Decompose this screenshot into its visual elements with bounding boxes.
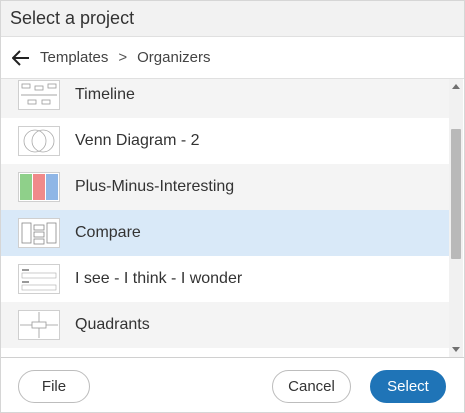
template-list: Timeline Venn Diagram - 2 Plus-Minus-Int… — [1, 79, 464, 357]
scroll-down-arrow-icon[interactable] — [452, 347, 460, 352]
template-row-venn-diagram-2[interactable]: Venn Diagram - 2 — [1, 118, 449, 164]
quadrants-thumbnail-icon — [18, 310, 60, 340]
breadcrumb-templates[interactable]: Templates — [40, 49, 108, 66]
scrollbar-thumb[interactable] — [451, 129, 461, 259]
template-label: Venn Diagram - 2 — [75, 132, 200, 149]
compare-thumbnail-icon — [18, 218, 60, 248]
timeline-thumbnail-icon — [18, 80, 60, 110]
template-label: Plus-Minus-Interesting — [75, 178, 235, 195]
template-label: I see - I think - I wonder — [75, 270, 243, 287]
template-row-quadrants[interactable]: Quadrants — [1, 302, 449, 348]
venn-diagram-thumbnail-icon — [18, 126, 60, 156]
plus-minus-interesting-thumbnail-icon — [18, 172, 60, 202]
breadcrumb: Templates > Organizers — [1, 37, 464, 79]
back-arrow-icon[interactable] — [11, 48, 31, 68]
template-row-compare[interactable]: Compare — [1, 210, 449, 256]
template-label: Compare — [75, 224, 141, 241]
template-label: Quadrants — [75, 316, 150, 333]
dialog-title: Select a project — [10, 8, 135, 28]
dialog-footer: File Cancel Select — [1, 357, 464, 412]
breadcrumb-separator: > — [118, 49, 128, 66]
select-button[interactable]: Select — [370, 370, 446, 403]
scroll-up-arrow-icon[interactable] — [452, 84, 460, 89]
select-project-dialog: Select a project Templates > Organizers — [0, 0, 465, 413]
template-row-plus-minus-interesting[interactable]: Plus-Minus-Interesting — [1, 164, 449, 210]
breadcrumb-organizers: Organizers — [137, 49, 211, 66]
file-button[interactable]: File — [18, 370, 90, 403]
template-row-i-see-i-think-i-wonder[interactable]: I see - I think - I wonder — [1, 256, 449, 302]
dialog-header: Select a project — [1, 1, 464, 37]
cancel-button[interactable]: Cancel — [272, 370, 351, 403]
see-think-wonder-thumbnail-icon — [18, 264, 60, 294]
template-label: Timeline — [75, 86, 135, 103]
template-row-timeline[interactable]: Timeline — [1, 79, 449, 118]
list-scrollbar[interactable] — [449, 79, 463, 357]
